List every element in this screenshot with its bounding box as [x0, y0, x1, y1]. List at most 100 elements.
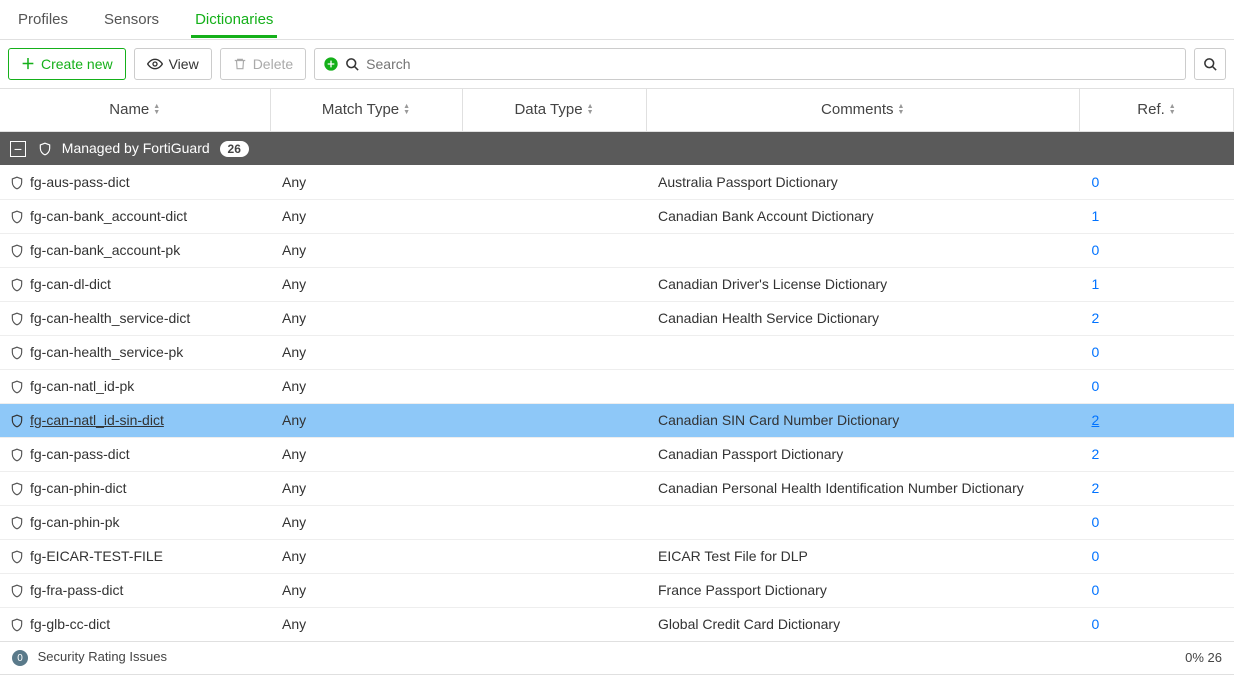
row-data [462, 199, 646, 233]
row-match: Any [270, 233, 462, 267]
plus-icon: ＋ [21, 54, 35, 74]
row-data [462, 607, 646, 641]
group-header-row[interactable]: − Managed by FortiGuard 26 [0, 131, 1234, 165]
row-ref-link[interactable]: 0 [1092, 616, 1100, 632]
row-name: fg-can-pass-dict [30, 446, 130, 462]
eye-icon [147, 56, 163, 72]
security-rating-issues[interactable]: 0 Security Rating Issues [12, 649, 167, 667]
footer: 0 Security Rating Issues 0% 26 [0, 641, 1234, 673]
row-name: fg-can-bank_account-dict [30, 208, 187, 224]
row-data [462, 369, 646, 403]
tabs: Profiles Sensors Dictionaries [0, 0, 1234, 40]
col-name-header[interactable]: Name▲▼ [0, 89, 270, 131]
row-data [462, 505, 646, 539]
table-scroll[interactable]: Name▲▼ Match Type▲▼ Data Type▲▼ Comments… [0, 89, 1234, 674]
row-data [462, 471, 646, 505]
row-comments: Australia Passport Dictionary [646, 165, 1080, 199]
delete-label: Delete [253, 56, 293, 72]
row-ref-link[interactable]: 2 [1092, 446, 1100, 462]
search-field[interactable] [314, 48, 1186, 80]
row-ref-link[interactable]: 0 [1092, 242, 1100, 258]
row-match: Any [270, 165, 462, 199]
row-data [462, 437, 646, 471]
row-ref-link[interactable]: 1 [1092, 276, 1100, 292]
group-count-badge: 26 [220, 141, 249, 157]
row-ref-link[interactable]: 2 [1092, 412, 1100, 428]
issues-label: Security Rating Issues [38, 649, 167, 664]
col-data-header[interactable]: Data Type▲▼ [462, 89, 646, 131]
shield-icon [10, 244, 24, 258]
row-comments [646, 233, 1080, 267]
table-row[interactable]: fg-aus-pass-dict Any Australia Passport Di… [0, 165, 1234, 199]
row-comments: Canadian Personal Health Identification … [646, 471, 1080, 505]
row-ref-link[interactable]: 2 [1092, 480, 1100, 496]
shield-icon [10, 312, 24, 326]
row-comments: France Passport Dictionary [646, 573, 1080, 607]
row-name: fg-aus-pass-dict [30, 174, 130, 190]
sort-icon: ▲▼ [1169, 104, 1176, 116]
row-name: fg-can-natl_id-pk [30, 378, 134, 394]
view-button[interactable]: View [134, 48, 212, 80]
shield-icon [10, 414, 24, 428]
search-button[interactable] [1194, 48, 1226, 80]
add-filter-icon[interactable] [323, 56, 339, 72]
table-row[interactable]: fg-can-health_service-dictAnyCanadian He… [0, 301, 1234, 335]
table-row[interactable]: fg-can-phin-pkAny0 [0, 505, 1234, 539]
tab-dictionaries[interactable]: Dictionaries [191, 1, 277, 38]
row-match: Any [270, 403, 462, 437]
row-comments: Canadian Bank Account Dictionary [646, 199, 1080, 233]
row-match: Any [270, 335, 462, 369]
row-comments [646, 335, 1080, 369]
row-comments: Global Credit Card Dictionary [646, 607, 1080, 641]
row-name: fg-can-health_service-dict [30, 310, 190, 326]
row-data [462, 233, 646, 267]
create-new-button[interactable]: ＋ Create new [8, 48, 126, 80]
table-row[interactable]: fg-can-natl_id-pkAny0 [0, 369, 1234, 403]
row-ref-link[interactable]: 1 [1092, 208, 1100, 224]
row-match: Any [270, 437, 462, 471]
row-match: Any [270, 505, 462, 539]
row-comments: Canadian SIN Card Number Dictionary [646, 403, 1080, 437]
row-comments: Canadian Health Service Dictionary [646, 301, 1080, 335]
table-row[interactable]: fg-can-natl_id-sin-dict Any Canadian SIN C… [0, 403, 1234, 437]
row-comments [646, 369, 1080, 403]
shield-icon [10, 482, 24, 496]
tab-profiles[interactable]: Profiles [14, 1, 72, 38]
row-data [462, 573, 646, 607]
issues-count-badge: 0 [12, 650, 28, 666]
row-ref-link[interactable]: 2 [1092, 310, 1100, 326]
shield-icon [10, 210, 24, 224]
shield-icon [10, 618, 24, 632]
row-data [462, 403, 646, 437]
row-ref-link[interactable]: 0 [1092, 582, 1100, 598]
row-match: Any [270, 539, 462, 573]
create-new-label: Create new [41, 56, 113, 72]
row-name: fg-can-health_service-pk [30, 344, 183, 360]
table-row[interactable]: fg-can-dl-dictAnyCanadian Driver's Licen… [0, 267, 1234, 301]
table-row[interactable]: fg-can-bank_account-dictAnyCanadian Bank… [0, 199, 1234, 233]
table-row[interactable]: fg-can-pass-dictAnyCanadian Passport Dic… [0, 437, 1234, 471]
sort-icon: ▲▼ [587, 104, 594, 116]
view-label: View [169, 56, 199, 72]
dictionaries-table: Name▲▼ Match Type▲▼ Data Type▲▼ Comments… [0, 89, 1234, 642]
col-match-header[interactable]: Match Type▲▼ [270, 89, 462, 131]
table-row[interactable]: fg-EICAR-TEST-FILEAnyEICAR Test File for… [0, 539, 1234, 573]
table-row[interactable]: fg-can-phin-dictAnyCanadian Personal Hea… [0, 471, 1234, 505]
row-ref-link[interactable]: 0 [1092, 344, 1100, 360]
table-row[interactable]: fg-can-bank_account-pkAny0 [0, 233, 1234, 267]
table-row[interactable]: fg-can-health_service-pk Any 0 [0, 335, 1234, 369]
row-ref-link[interactable]: 0 [1092, 514, 1100, 530]
row-comments: EICAR Test File for DLP [646, 539, 1080, 573]
tab-sensors[interactable]: Sensors [100, 1, 163, 38]
row-name: fg-can-natl_id-sin-dict [30, 412, 164, 428]
col-comments-header[interactable]: Comments▲▼ [646, 89, 1080, 131]
table-row[interactable]: fg-glb-cc-dictAnyGlobal Credit Card Dict… [0, 607, 1234, 641]
collapse-icon[interactable]: − [10, 141, 26, 157]
shield-icon [10, 346, 24, 360]
row-ref-link[interactable]: 0 [1092, 548, 1100, 564]
row-ref-link[interactable]: 0 [1092, 378, 1100, 394]
search-input[interactable] [366, 49, 1177, 79]
row-ref-link[interactable]: 0 [1092, 174, 1100, 190]
table-row[interactable]: fg-fra-pass-dictAnyFrance Passport Dicti… [0, 573, 1234, 607]
col-ref-header[interactable]: Ref.▲▼ [1080, 89, 1234, 131]
